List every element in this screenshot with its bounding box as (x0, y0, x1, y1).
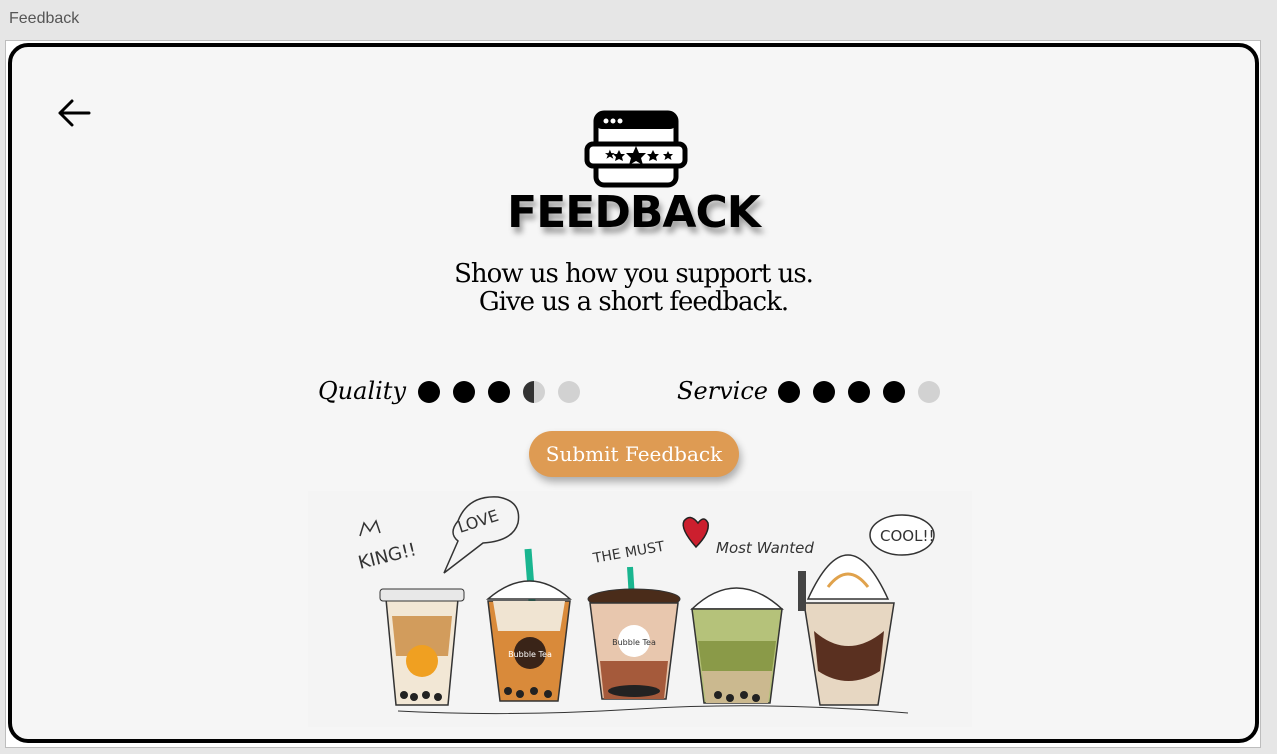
rating-window-icon (584, 110, 688, 188)
subtitle-line-2: Give us a short feedback. (478, 287, 789, 317)
rating-dot[interactable] (918, 381, 940, 403)
subtitle-line-1: Show us how you support us. (454, 259, 814, 289)
rating-dot[interactable] (453, 381, 475, 403)
service-label: Service (677, 377, 768, 405)
most-wanted-text: Most Wanted (716, 539, 814, 557)
rating-dot[interactable] (558, 381, 580, 403)
rating-dot[interactable] (488, 381, 510, 403)
cup-2-label: Bubble Tea (508, 650, 552, 659)
rating-dot[interactable] (813, 381, 835, 403)
rating-dot[interactable] (883, 381, 905, 403)
page-title: FEEDBACK (507, 187, 761, 238)
service-rating[interactable] (778, 381, 940, 403)
rating-dot[interactable] (778, 381, 800, 403)
bubble-tea-illustration: KING!! LOVE THE MUST Most Wanted COOL!! … (308, 491, 972, 727)
rating-dot[interactable] (418, 381, 440, 403)
feedback-card: FEEDBACK Show us how you support us. Giv… (8, 43, 1259, 743)
cup-4 (690, 587, 784, 704)
back-arrow-icon[interactable] (56, 97, 92, 129)
rating-dot[interactable] (523, 381, 545, 403)
quality-rating[interactable] (418, 381, 580, 403)
cool-text: COOL!! (880, 527, 934, 545)
submit-feedback-button[interactable]: Submit Feedback (529, 431, 739, 477)
window-title: Feedback (9, 10, 80, 27)
rating-dot[interactable] (848, 381, 870, 403)
quality-label: Quality (318, 377, 406, 405)
window-titlebar: Feedback (0, 0, 1277, 38)
cup-3-label: Bubble Tea (612, 638, 656, 647)
